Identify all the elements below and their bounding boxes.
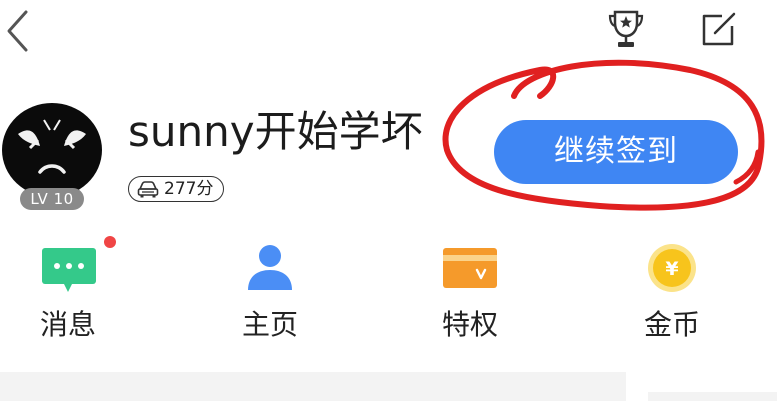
- action-coins[interactable]: ¥ 金币: [612, 236, 732, 346]
- action-label: 特权: [441, 308, 498, 341]
- edit-profile-button[interactable]: [698, 10, 740, 50]
- continue-checkin-button[interactable]: 继续签到: [494, 120, 738, 184]
- action-homepage[interactable]: 主页: [210, 236, 330, 346]
- trophy-button[interactable]: [606, 8, 646, 50]
- notification-dot: [104, 236, 116, 248]
- points-value: 277分: [164, 179, 214, 199]
- coin-icon: ¥: [648, 244, 696, 292]
- points-badge[interactable]: 277分: [128, 176, 225, 202]
- trophy-icon: [608, 10, 644, 47]
- back-button[interactable]: [2, 8, 36, 54]
- content-card-secondary: [648, 392, 777, 401]
- avatar[interactable]: [0, 98, 104, 202]
- edit-icon: [702, 12, 736, 46]
- angry-face-avatar: [2, 103, 102, 197]
- chevron-left-icon: [7, 10, 28, 52]
- action-label: 金币: [643, 308, 700, 341]
- action-label: 消息: [39, 308, 96, 341]
- username: sunny开始学坏: [128, 107, 423, 156]
- level-badge: LV 10: [20, 188, 84, 210]
- user-icon: [248, 245, 292, 290]
- action-messages[interactable]: 消息: [8, 236, 128, 346]
- action-privileges[interactable]: 特权: [410, 236, 530, 346]
- content-card: [0, 372, 626, 401]
- vip-card-icon: [443, 248, 497, 288]
- car-icon: [137, 181, 159, 198]
- action-label: 主页: [241, 308, 298, 341]
- svg-text:¥: ¥: [665, 258, 678, 280]
